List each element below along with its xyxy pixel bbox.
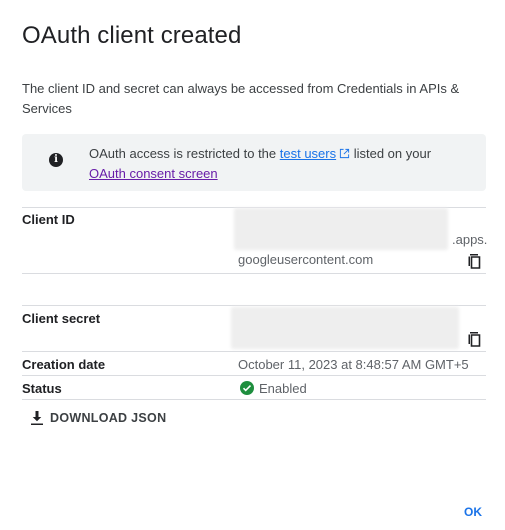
open-in-new-icon[interactable] — [339, 148, 350, 159]
divider — [22, 375, 486, 376]
notice-text-middle: listed on your — [350, 146, 432, 161]
divider — [22, 351, 486, 352]
consent-screen-link[interactable]: OAuth consent screen — [89, 166, 218, 181]
divider — [22, 399, 486, 400]
client-id-domain: googleusercontent.com — [238, 252, 374, 267]
ok-button[interactable]: OK — [458, 502, 488, 522]
client-secret-redacted — [231, 307, 459, 349]
divider — [22, 305, 486, 306]
notice-text-before: OAuth access is restricted to the — [89, 146, 280, 161]
copy-client-id-icon[interactable] — [467, 253, 481, 269]
creation-date-value: October 11, 2023 at 8:48:57 AM GMT+5 — [238, 357, 469, 372]
notice-text: OAuth access is restricted to the test u… — [89, 144, 469, 184]
status-text: Enabled — [259, 381, 307, 396]
dialog-description: The client ID and secret can always be a… — [22, 81, 460, 116]
test-users-link[interactable]: test users — [280, 146, 336, 161]
download-json-label: DOWNLOAD JSON — [50, 411, 167, 425]
info-icon: i — [49, 153, 63, 167]
client-id-label: Client ID — [22, 212, 75, 227]
creation-date-label: Creation date — [22, 357, 106, 372]
download-json-button[interactable]: DOWNLOAD JSON — [30, 407, 166, 429]
status-label: Status — [22, 381, 62, 396]
client-id-suffix: .apps. — [452, 232, 488, 247]
oauth-created-dialog: OAuth client created The client ID and s… — [0, 0, 505, 530]
copy-client-secret-icon[interactable] — [467, 331, 481, 347]
restriction-notice: i OAuth access is restricted to the test… — [22, 134, 486, 191]
dialog-title: OAuth client created — [22, 22, 242, 49]
client-id-redacted — [234, 208, 448, 250]
download-icon — [31, 411, 43, 425]
divider — [22, 273, 486, 274]
status-value: Enabled — [240, 381, 307, 396]
check-circle-icon — [240, 381, 254, 395]
client-secret-label: Client secret — [22, 311, 101, 326]
